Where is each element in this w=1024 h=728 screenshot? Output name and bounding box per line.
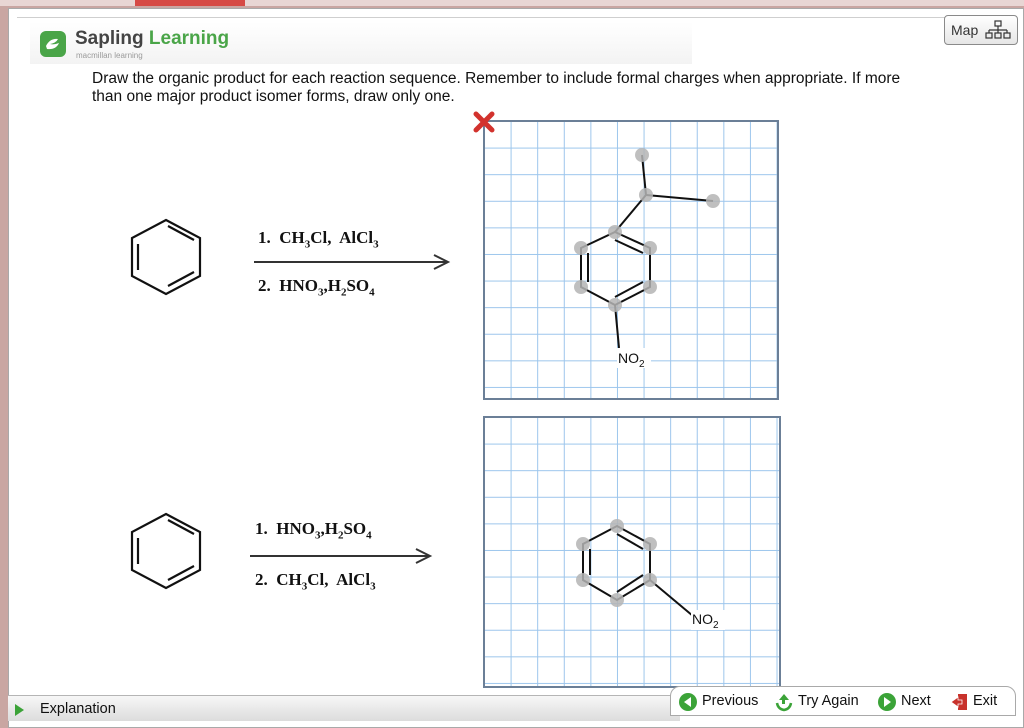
browser-top-strip	[0, 0, 1024, 6]
previous-button[interactable]: Previous	[678, 692, 770, 712]
reaction1-step2: 2. HNO3,H2SO4	[258, 276, 375, 299]
canvas2-structure	[576, 519, 725, 630]
frame-divider	[17, 17, 1017, 18]
navigation-bar: Previous Try Again Next Exit	[670, 686, 1016, 716]
exit-door-icon	[950, 694, 967, 710]
explanation-bar[interactable]: Explanation	[8, 695, 680, 721]
brand-logo: Sapling Learning macmillan learning	[30, 22, 692, 64]
reaction2-arrow	[250, 548, 433, 564]
reaction1-step1: 1. CH3Cl, AlCl3	[258, 228, 379, 251]
reaction2-step2: 2. CH3Cl, AlCl3	[255, 570, 376, 593]
reaction2-step1: 1. HNO3,H2SO4	[255, 519, 372, 542]
explanation-label: Explanation	[40, 701, 116, 717]
previous-arrow-icon	[679, 693, 697, 711]
expand-triangle-icon	[15, 704, 24, 716]
active-tab-accent	[135, 0, 245, 6]
map-label: Map	[951, 22, 979, 38]
map-button[interactable]: Map	[944, 15, 1018, 45]
benzene-structure-1	[130, 218, 202, 296]
next-arrow-icon	[878, 693, 896, 711]
exit-button[interactable]: Exit	[949, 692, 1009, 712]
try-again-button[interactable]: Try Again	[774, 692, 870, 712]
brand-name: Sapling Learning	[75, 28, 230, 49]
question-prompt: Draw the organic product for each reacti…	[92, 70, 901, 105]
drawing-canvas-1[interactable]: NO2	[483, 120, 779, 400]
next-button[interactable]: Next	[877, 692, 941, 712]
recycle-icon	[775, 694, 793, 712]
brand-subtitle: macmillan learning	[76, 51, 143, 60]
clear-canvas-icon[interactable]	[472, 110, 496, 134]
reaction1-arrow	[254, 254, 451, 270]
canvas2-nitro-label: NO2	[692, 611, 719, 631]
drawing-canvas-2[interactable]: NO2	[483, 416, 781, 688]
sitemap-icon	[985, 20, 1011, 39]
canvas1-nitro-label: NO2	[618, 350, 645, 370]
sapling-leaf-icon	[40, 31, 66, 57]
benzene-structure-2	[130, 512, 202, 590]
